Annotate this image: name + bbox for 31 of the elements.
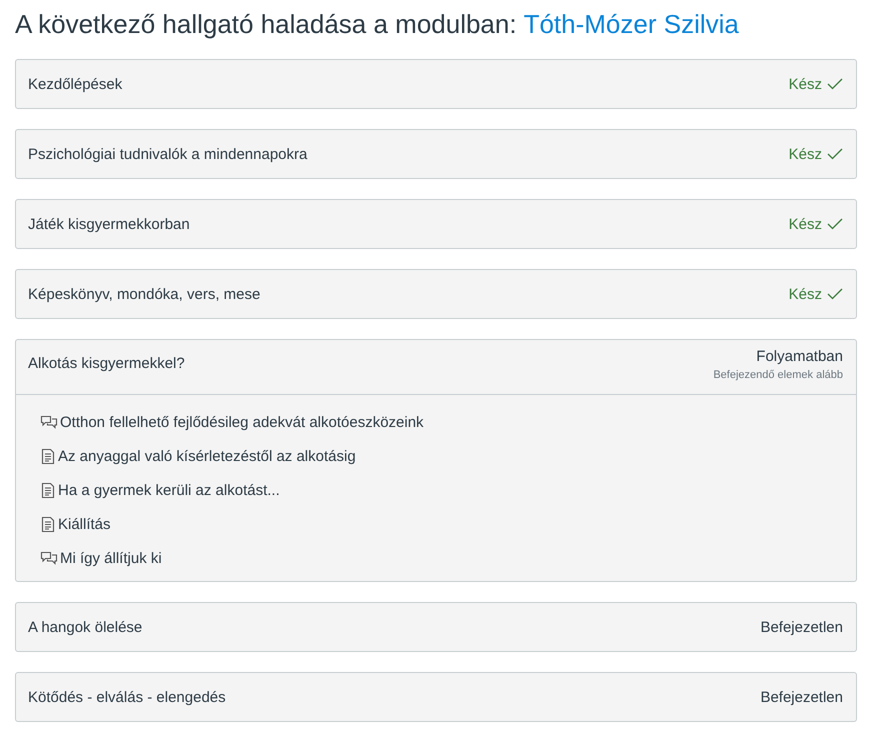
page-title: A következő hallgató haladása a modulban:	[15, 8, 517, 41]
chat-bubbles-icon	[40, 414, 58, 430]
status-label: Kész	[788, 76, 822, 92]
document-icon	[40, 482, 56, 498]
check-icon	[827, 148, 843, 160]
module-title: Pszichológiai tudnivalók a mindennapokra	[28, 146, 308, 162]
module-title: Kötődés - elválás - elengedés	[28, 688, 226, 706]
status-label: Befejezetlen	[760, 688, 843, 706]
status-note: Befejezendő elemek alább	[713, 369, 843, 381]
status-label: Befejezetlen	[760, 618, 843, 636]
module-title: Kezdőlépések	[28, 76, 122, 92]
chat-bubbles-icon	[40, 550, 58, 566]
module-item-link[interactable]: Otthon fellelhető fejlődésileg adekvát alkotóeszközeink	[60, 414, 424, 430]
student-link[interactable]: Tóth-Mózer Szilvia	[524, 6, 739, 42]
module-item-link[interactable]: Mi így állítjuk ki	[60, 550, 162, 566]
status-label: Kész	[788, 146, 822, 162]
module-title: Képeskönyv, mondóka, vers, mese	[28, 286, 260, 302]
module-item-link[interactable]: Kiállítás	[58, 516, 111, 532]
check-icon	[827, 78, 843, 90]
module-item-link[interactable]: Az anyaggal való kísérletezéstől az alkotásig	[58, 448, 356, 464]
status-label: Kész	[788, 216, 822, 232]
check-icon	[827, 218, 843, 230]
module-title: Alkotás kisgyermekkel?	[28, 354, 185, 374]
check-icon	[827, 288, 843, 300]
document-icon	[40, 448, 56, 464]
status-label: Kész	[788, 286, 822, 302]
module-title: Játék kisgyermekkorban	[28, 216, 190, 232]
status-label: Folyamatban	[756, 348, 843, 365]
module-title: A hangok ölelése	[28, 618, 142, 636]
module-item-link[interactable]: Ha a gyermek kerüli az alkotást...	[58, 482, 280, 498]
document-icon	[40, 516, 56, 532]
